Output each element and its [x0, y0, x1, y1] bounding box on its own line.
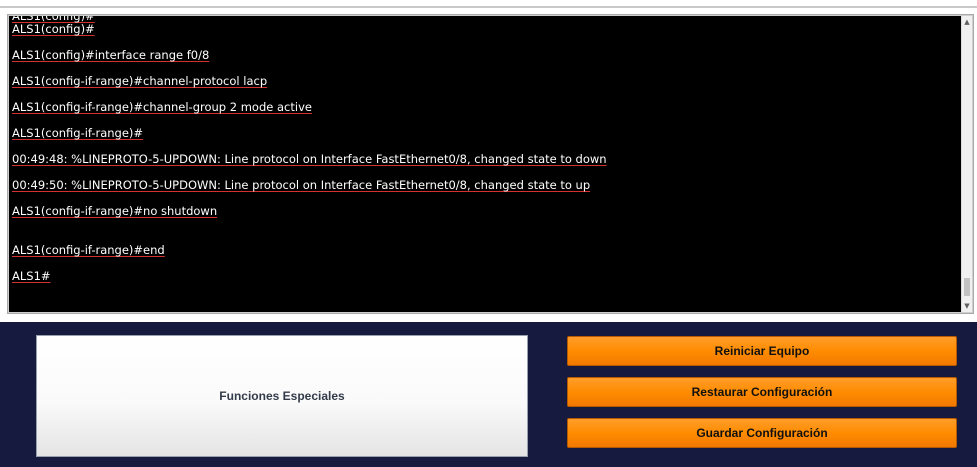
- special-functions-box: Funciones Especiales: [36, 335, 528, 457]
- terminal-line: ALS1#: [12, 269, 51, 283]
- cli-terminal-frame: ALS1(config)# ALS1(config)# ALS1(config)#i…: [7, 14, 974, 314]
- save-config-button[interactable]: Guardar Configuración: [567, 418, 957, 448]
- terminal-line: ALS1(config-if-range)#channel-protocol l…: [12, 74, 268, 88]
- special-functions-label: Funciones Especiales: [219, 389, 345, 403]
- scroll-down-arrow-icon[interactable]: ▼: [962, 300, 972, 312]
- restart-device-button[interactable]: Reiniciar Equipo: [567, 336, 957, 366]
- cli-terminal[interactable]: ALS1(config)# ALS1(config)# ALS1(config)#i…: [9, 16, 963, 312]
- terminal-line: ALS1(config-if-range)#no shutdown: [12, 204, 218, 218]
- terminal-line: ALS1(config-if-range)#end: [12, 243, 165, 257]
- terminal-line: 00:49:50: %LINEPROTO-5-UPDOWN: Line prot…: [12, 178, 591, 192]
- scroll-up-arrow-icon[interactable]: ▲: [962, 16, 972, 28]
- terminal-line: ALS1(config-if-range)#channel-group 2 mo…: [12, 100, 312, 114]
- control-panel: Funciones Especiales Reiniciar Equipo Re…: [0, 322, 977, 467]
- restore-config-button[interactable]: Restaurar Configuración: [567, 377, 957, 407]
- scroll-thumb[interactable]: [964, 278, 970, 296]
- top-divider: [0, 6, 977, 8]
- terminal-output: ALS1(config)# ALS1(config)# ALS1(config)#i…: [12, 16, 963, 283]
- terminal-line: ALS1(config)#: [12, 22, 95, 36]
- terminal-line: ALS1(config-if-range)#: [12, 126, 144, 140]
- terminal-line: ALS1(config)#: [12, 16, 95, 23]
- terminal-scrollbar[interactable]: ▲ ▼: [961, 16, 972, 312]
- terminal-line: 00:49:48: %LINEPROTO-5-UPDOWN: Line prot…: [12, 152, 607, 166]
- terminal-line: ALS1(config)#interface range f0/8: [12, 48, 210, 62]
